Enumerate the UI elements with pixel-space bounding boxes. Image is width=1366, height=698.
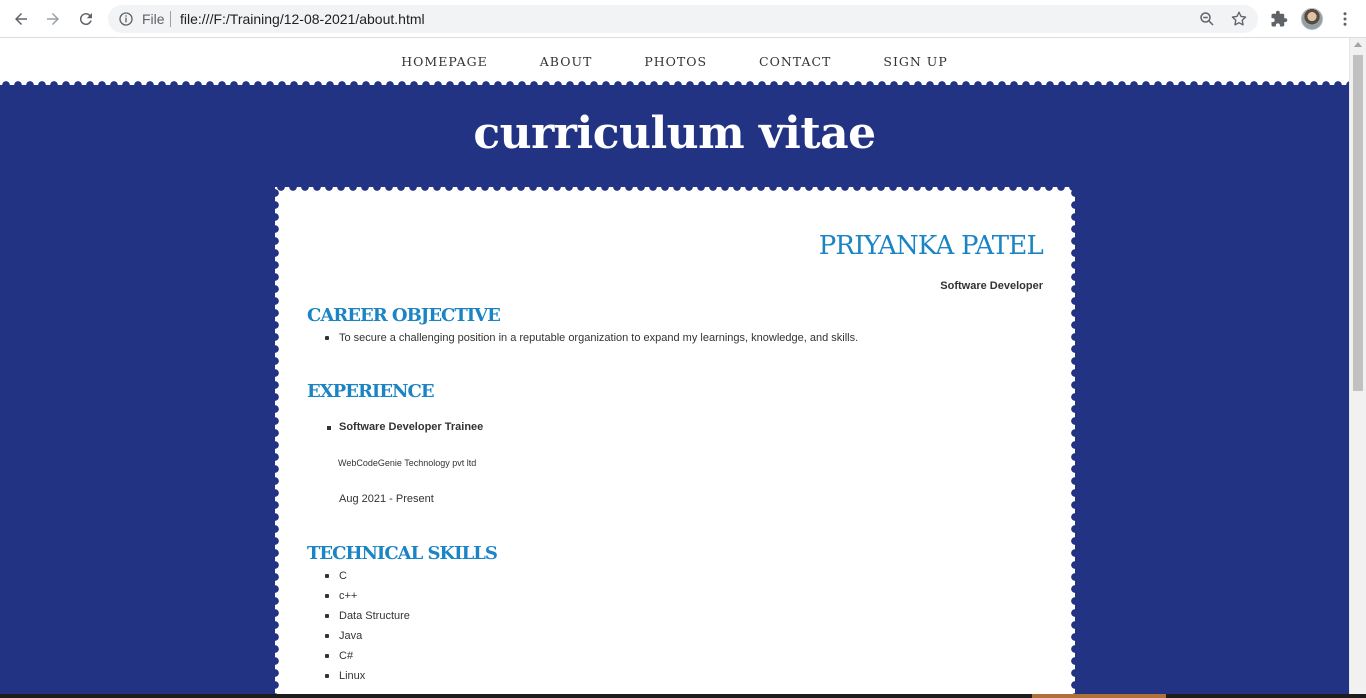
experience-dates: Aug 2021 - Present [339,493,434,505]
card-scallop-left [270,187,280,698]
forward-button[interactable] [41,7,65,31]
skill-item: C# [321,646,410,666]
skill-item: Java [321,626,410,646]
vertical-scrollbar[interactable] [1349,38,1366,698]
reload-button[interactable] [74,7,98,31]
back-button[interactable] [9,7,33,31]
resume-card: PRIYANKA PATEL Software Developer CAREER… [270,182,1080,698]
scallop-edge [0,80,1349,90]
reload-icon [79,13,92,26]
zoom-icon[interactable] [1198,10,1216,28]
nav-sign-up[interactable]: SIGN UP [857,54,973,69]
card-scallop-top [275,182,1075,192]
card-scallop-right [1070,187,1080,698]
page-viewport: HOMEPAGE ABOUT PHOTOS CONTACT SIGN UP cu… [0,38,1366,698]
site-navigation: HOMEPAGE ABOUT PHOTOS CONTACT SIGN UP [0,38,1349,84]
nav-homepage[interactable]: HOMEPAGE [375,54,513,69]
career-objective-heading: CAREER OBJECTIVE [307,305,501,326]
browser-toolbar: File file:///F:/Training/12-08-2021/abou… [0,0,1366,38]
nav-about[interactable]: ABOUT [514,54,619,69]
extensions-icon[interactable] [1270,10,1288,28]
page-title: curriculum vitae [473,108,876,159]
web-page: HOMEPAGE ABOUT PHOTOS CONTACT SIGN UP cu… [0,38,1349,698]
bookmark-star-icon[interactable] [1230,10,1248,28]
skill-item: Linux [321,666,410,686]
nav-contact[interactable]: CONTACT [733,54,857,69]
skill-item: Data Structure [321,606,410,626]
candidate-name: PRIYANKA PATEL [818,231,1044,261]
address-separator [170,11,171,27]
profile-avatar[interactable] [1301,8,1323,30]
info-icon[interactable] [118,11,134,27]
menu-dots-icon[interactable] [1336,10,1354,28]
nav-photos[interactable]: PHOTOS [618,54,733,69]
career-objective-list: To secure a challenging position in a re… [321,328,858,348]
back-arrow-icon [15,13,27,25]
file-label: File [142,11,165,27]
experience-heading: EXPERIENCE [307,381,435,402]
url-text[interactable]: file:///F:/Training/12-08-2021/about.htm… [180,11,425,27]
skill-item: C [321,566,410,586]
experience-company: WebCodeGenie Technology pvt ltd [338,458,477,468]
taskbar-highlight [1032,694,1166,698]
skills-list: C c++ Data Structure Java C# Linux [321,566,410,686]
scroll-up-arrow-icon[interactable] [1354,42,1362,47]
address-bar[interactable]: File file:///F:/Training/12-08-2021/abou… [108,5,1258,33]
candidate-role: Software Developer [940,280,1043,292]
technical-skills-heading: TECHNICAL SKILLS [307,543,498,564]
scroll-thumb[interactable] [1353,55,1363,391]
experience-title: Software Developer Trainee [326,421,484,433]
forward-arrow-icon [47,13,59,25]
skill-item: c++ [321,586,410,606]
career-objective-text: To secure a challenging position in a re… [321,328,858,348]
